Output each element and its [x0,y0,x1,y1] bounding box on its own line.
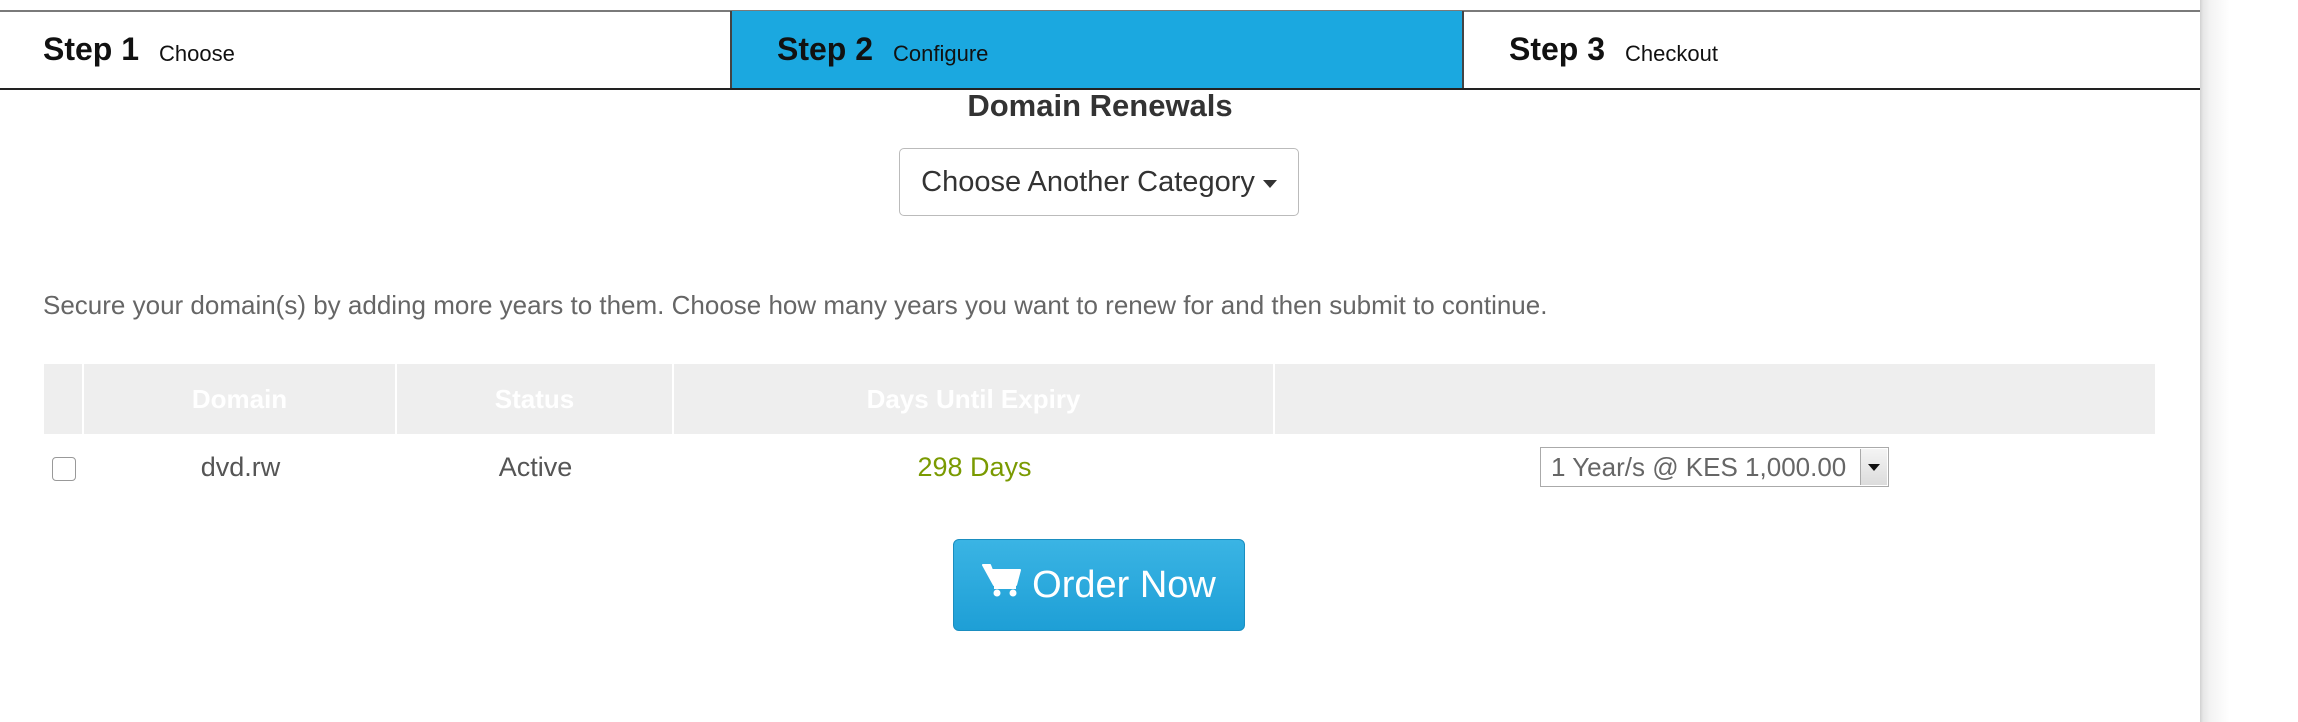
shopping-cart-icon [982,562,1022,608]
days-until-expiry: 298 Days [917,451,1032,482]
renewal-term-select[interactable]: 1 Year/s @ KES 1,000.00 [1540,447,1889,487]
order-now-label: Order Now [1032,563,1216,606]
page-title: Domain Renewals [967,88,1233,123]
renewal-term-value: 1 Year/s @ KES 1,000.00 [1551,451,1847,482]
domain-checkbox[interactable] [52,457,76,481]
header-status[interactable]: Status [397,364,674,434]
category-button-label: Choose Another Category [921,165,1255,198]
domain-renewals-page: Step 1 Choose Step 2 Configure Step 3 Ch… [0,0,2298,722]
step-number: Step 3 [1509,31,1606,67]
header-days-until-expiry[interactable]: Days Until Expiry [674,364,1275,434]
order-now-button[interactable]: Order Now [953,539,1245,631]
choose-category-dropdown-button[interactable]: Choose Another Category [899,148,1299,216]
step-label: Configure [893,40,989,66]
select-arrow-icon[interactable] [1860,449,1887,485]
step-number: Step 1 [43,31,140,67]
step-choose[interactable]: Step 1 Choose [0,11,730,88]
domain-name: dvd.rw [200,451,281,482]
caret-down-icon [1262,180,1277,188]
step-configure-active[interactable]: Step 2 Configure [730,11,1464,88]
header-term [1275,364,2155,434]
step-number: Step 2 [777,31,874,67]
step-checkout[interactable]: Step 3 Checkout [1464,11,2200,88]
header-domain[interactable]: Domain [84,364,397,434]
step-label: Checkout [1625,40,1718,66]
intro-text: Secure your domain(s) by adding more yea… [43,290,1548,320]
header-select-cell [44,364,84,434]
window-edge-shadow [2200,0,2298,722]
table-header: Domain Status Days Until Expiry [44,364,2155,434]
domain-status: Active [498,451,573,482]
row-select-cell [44,434,84,500]
checkout-steps: Step 1 Choose Step 2 Configure Step 3 Ch… [0,11,2200,90]
step-label: Choose [159,40,235,66]
